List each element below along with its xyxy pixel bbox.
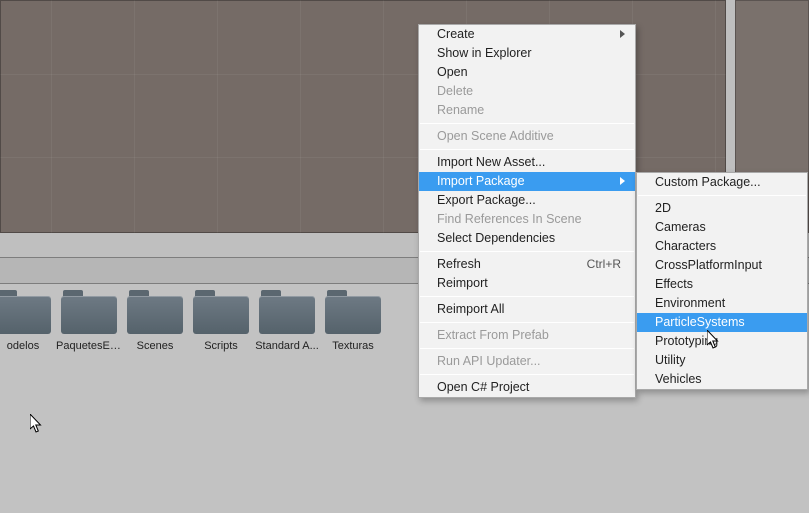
folder-item[interactable]: Texturas xyxy=(320,296,386,352)
folder-item[interactable]: odelos xyxy=(0,296,56,352)
submenu-arrow-icon xyxy=(620,177,625,185)
menu-item-label: Open C# Project xyxy=(437,380,529,394)
menu-refresh[interactable]: Refresh Ctrl+R xyxy=(419,255,635,274)
folder-icon xyxy=(193,296,249,334)
submenu-custom-package[interactable]: Custom Package... xyxy=(637,173,807,192)
menu-item-label: Rename xyxy=(437,103,484,117)
folder-label: PaquetesEx... xyxy=(56,340,122,352)
menu-item-label: Show in Explorer xyxy=(437,46,532,60)
menu-item-label: Find References In Scene xyxy=(437,212,582,226)
menu-separator xyxy=(420,123,634,124)
menu-item-label: Utility xyxy=(655,353,686,367)
menu-separator xyxy=(420,296,634,297)
menu-create[interactable]: Create xyxy=(419,25,635,44)
menu-item-label: Run API Updater... xyxy=(437,354,541,368)
menu-item-label: ParticleSystems xyxy=(655,315,745,329)
submenu-utility[interactable]: Utility xyxy=(637,351,807,370)
submenu-environment[interactable]: Environment xyxy=(637,294,807,313)
menu-item-label: Prototyping xyxy=(655,334,718,348)
menu-item-label: Characters xyxy=(655,239,716,253)
menu-rename: Rename xyxy=(419,101,635,120)
folder-icon xyxy=(0,296,51,334)
import-package-submenu: Custom Package... 2D Cameras Characters … xyxy=(636,172,808,390)
menu-item-label: Vehicles xyxy=(655,372,702,386)
menu-reimport-all[interactable]: Reimport All xyxy=(419,300,635,319)
menu-item-label: Cameras xyxy=(655,220,706,234)
menu-item-label: Extract From Prefab xyxy=(437,328,549,342)
menu-item-label: Open xyxy=(437,65,468,79)
submenu-characters[interactable]: Characters xyxy=(637,237,807,256)
menu-item-label: Reimport All xyxy=(437,302,504,316)
menu-reimport[interactable]: Reimport xyxy=(419,274,635,293)
menu-item-label: Environment xyxy=(655,296,725,310)
menu-separator xyxy=(420,374,634,375)
folder-label: Standard A... xyxy=(254,340,320,352)
menu-export-package[interactable]: Export Package... xyxy=(419,191,635,210)
menu-item-label: Refresh xyxy=(437,257,481,271)
submenu-prototyping[interactable]: Prototyping xyxy=(637,332,807,351)
menu-run-api-updater: Run API Updater... xyxy=(419,352,635,371)
folder-label: Scripts xyxy=(188,340,254,352)
folder-item[interactable]: Standard A... xyxy=(254,296,320,352)
menu-select-dependencies[interactable]: Select Dependencies xyxy=(419,229,635,248)
menu-open-scene-additive: Open Scene Additive xyxy=(419,127,635,146)
menu-item-label: Effects xyxy=(655,277,693,291)
menu-item-label: Create xyxy=(437,27,475,41)
menu-delete: Delete xyxy=(419,82,635,101)
menu-find-references: Find References In Scene xyxy=(419,210,635,229)
menu-item-label: Select Dependencies xyxy=(437,231,555,245)
menu-separator xyxy=(420,251,634,252)
folder-item[interactable]: Scripts xyxy=(188,296,254,352)
submenu-particlesystems[interactable]: ParticleSystems xyxy=(637,313,807,332)
submenu-cameras[interactable]: Cameras xyxy=(637,218,807,237)
folder-icon xyxy=(325,296,381,334)
menu-separator xyxy=(420,348,634,349)
folder-item[interactable]: PaquetesEx... xyxy=(56,296,122,352)
context-menu: Create Show in Explorer Open Delete Rena… xyxy=(418,24,636,398)
folder-icon xyxy=(259,296,315,334)
menu-item-label: Delete xyxy=(437,84,473,98)
menu-item-label: 2D xyxy=(655,201,671,215)
menu-open-csharp-project[interactable]: Open C# Project xyxy=(419,378,635,397)
menu-item-label: Import New Asset... xyxy=(437,155,545,169)
menu-open[interactable]: Open xyxy=(419,63,635,82)
submenu-2d[interactable]: 2D xyxy=(637,199,807,218)
folder-label: Texturas xyxy=(320,340,386,352)
menu-show-in-explorer[interactable]: Show in Explorer xyxy=(419,44,635,63)
menu-import-package[interactable]: Import Package xyxy=(419,172,635,191)
menu-separator xyxy=(420,149,634,150)
menu-item-label: Open Scene Additive xyxy=(437,129,554,143)
menu-import-new-asset[interactable]: Import New Asset... xyxy=(419,153,635,172)
submenu-arrow-icon xyxy=(620,30,625,38)
folder-label: odelos xyxy=(0,340,56,352)
menu-item-label: Custom Package... xyxy=(655,175,761,189)
menu-extract-from-prefab: Extract From Prefab xyxy=(419,326,635,345)
folder-item[interactable]: Scenes xyxy=(122,296,188,352)
menu-item-label: Reimport xyxy=(437,276,488,290)
folder-icon xyxy=(127,296,183,334)
folder-icon xyxy=(61,296,117,334)
menu-item-label: Import Package xyxy=(437,174,525,188)
menu-item-label: Export Package... xyxy=(437,193,536,207)
menu-separator xyxy=(420,322,634,323)
submenu-effects[interactable]: Effects xyxy=(637,275,807,294)
submenu-crossplatforminput[interactable]: CrossPlatformInput xyxy=(637,256,807,275)
menu-item-label: CrossPlatformInput xyxy=(655,258,762,272)
folder-label: Scenes xyxy=(122,340,188,352)
submenu-vehicles[interactable]: Vehicles xyxy=(637,370,807,389)
menu-separator xyxy=(638,195,806,196)
menu-shortcut: Ctrl+R xyxy=(587,255,621,274)
